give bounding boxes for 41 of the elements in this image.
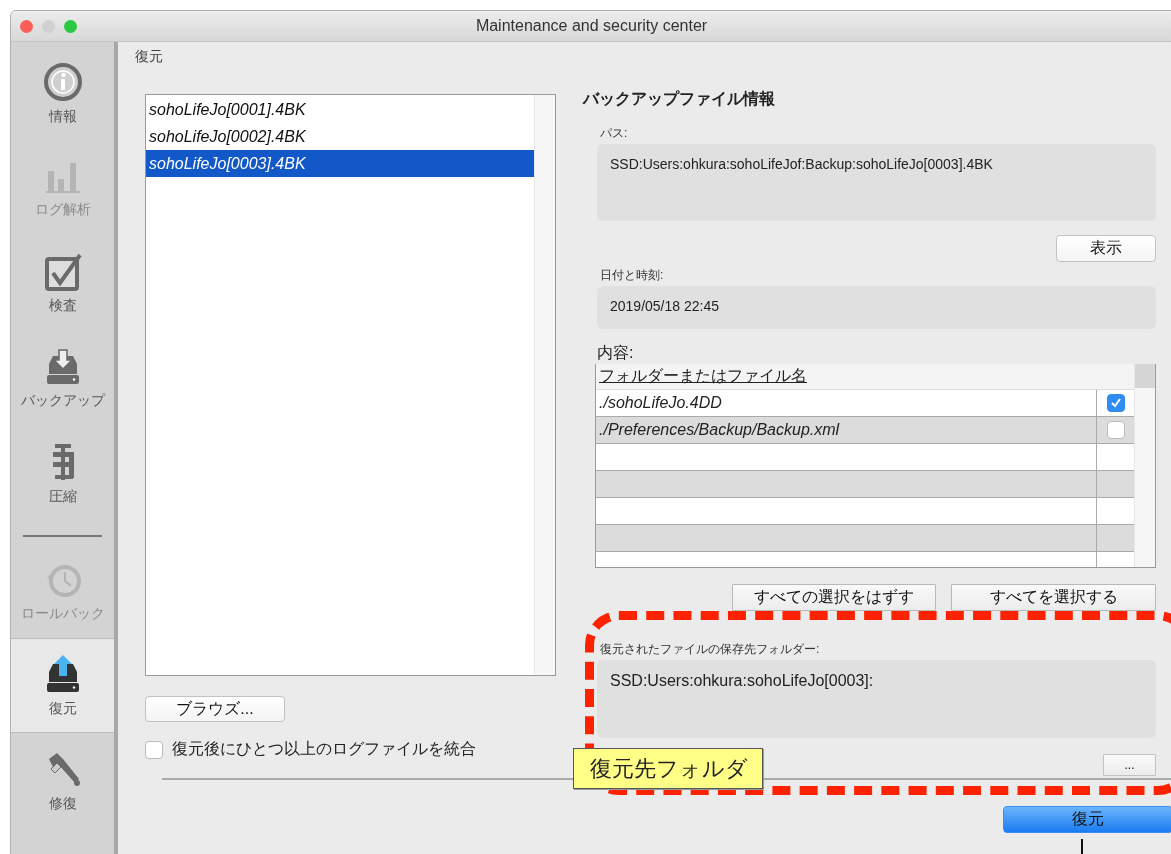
- show-button[interactable]: 表示: [1056, 235, 1156, 262]
- destination-field: SSD:Users:ohkura:sohoLifeJo[0003]:: [597, 660, 1156, 738]
- checkbox-label: 復元後にひとつ以上のログファイルを統合: [172, 739, 476, 759]
- table-cell: ./Preferences/Backup/Backup.xml: [599, 421, 840, 438]
- list-item[interactable]: sohoLifeJo[0001].4BK: [146, 96, 534, 123]
- date-field: 2019/05/18 22:45: [597, 286, 1156, 329]
- checkbox[interactable]: [1106, 421, 1125, 439]
- column-header[interactable]: フォルダーまたはファイル名: [596, 364, 1134, 389]
- annotation-callout: 復元先フォルダ: [573, 748, 763, 789]
- sidebar-item[interactable]: 検査: [11, 236, 114, 331]
- contents-label: 内容:: [597, 343, 634, 363]
- list-item[interactable]: sohoLifeJo[0002].4BK: [146, 123, 534, 150]
- field-label: パス:: [600, 125, 628, 142]
- table-cell: ./sohoLifeJo.4DD: [599, 394, 722, 411]
- sidebar-item[interactable]: 情報: [11, 46, 114, 141]
- leader-line: [1081, 839, 1083, 854]
- info-icon: [42, 61, 83, 102]
- list-item[interactable]: sohoLifeJo[0003].4BK: [146, 150, 534, 177]
- sidebar-item[interactable]: 圧縮: [11, 426, 114, 521]
- browse-button[interactable]: ブラウズ...: [145, 696, 285, 722]
- window-control[interactable]: [64, 19, 77, 33]
- checkbox[interactable]: [1106, 394, 1125, 412]
- path-field: SSD:Users:ohkura:sohoLifeJof:Backup:sohoLifeJo[0003].4BK: [597, 144, 1156, 221]
- window-title: Maintenance and security center: [475, 17, 708, 34]
- folder-browse-button[interactable]: ...: [1103, 754, 1156, 776]
- sidebar-item[interactable]: 復元: [11, 638, 114, 733]
- page-title: 復元: [135, 48, 163, 66]
- check-icon: [1109, 397, 1122, 409]
- select-all-button[interactable]: すべてを選択する: [951, 584, 1156, 611]
- section-title: バックアップファイル情報: [583, 89, 775, 109]
- window-control[interactable]: [20, 19, 33, 33]
- sidebar-item[interactable]: 修復: [11, 733, 114, 828]
- window-control[interactable]: [42, 19, 55, 33]
- field-label: 復元されたファイルの保存先フォルダー:: [600, 641, 820, 658]
- field-label: 日付と時刻:: [600, 267, 664, 284]
- scrollbar[interactable]: [1134, 364, 1155, 567]
- sidebar-item[interactable]: バックアップ: [11, 331, 114, 426]
- checkbox[interactable]: [145, 740, 163, 759]
- deselect-all-button[interactable]: すべての選択をはずす: [732, 584, 936, 611]
- scrollbar[interactable]: [534, 95, 555, 675]
- restore-button[interactable]: 復元: [1003, 806, 1171, 833]
